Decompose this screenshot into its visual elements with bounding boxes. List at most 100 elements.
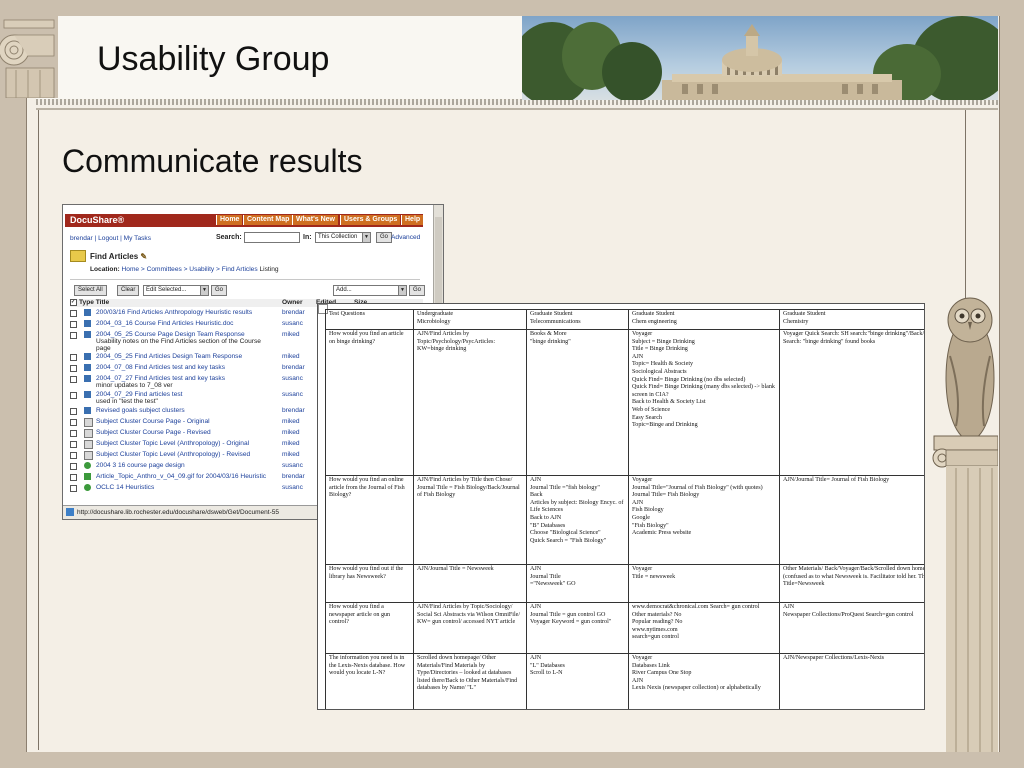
document-title-link[interactable]: 2004_03_16 Course Find Articles Heuristi… [96, 320, 233, 327]
document-title-link[interactable]: Revised goals subject clusters [96, 407, 185, 414]
document-owner-link[interactable]: susanc [282, 484, 303, 491]
edit-selected-select[interactable]: Edit Selected... ▼ [143, 285, 209, 296]
location-path[interactable]: Home > Committees > Usability > Find Art… [122, 266, 258, 273]
advanced-search-link[interactable]: Advanced [391, 234, 420, 241]
row-checkbox[interactable] [70, 474, 77, 481]
document-title-link[interactable]: 2004_05_25 Course Page Design Team Respo… [96, 331, 245, 338]
table-cell: Scrolled down homepage/ Other Materials/… [413, 653, 527, 709]
row-checkbox[interactable] [70, 332, 77, 339]
nav-help[interactable]: Help [401, 215, 424, 225]
edit-icon[interactable]: ✎ [140, 252, 147, 261]
document-title-link[interactable]: 2004_07_29 Find articles test [96, 391, 183, 398]
page-icon [84, 429, 93, 438]
document-icon [84, 364, 91, 371]
page-icon [84, 440, 93, 449]
search-input[interactable] [244, 232, 300, 243]
column-type-title[interactable]: Type Title [79, 299, 109, 306]
row-checkbox[interactable] [70, 408, 77, 415]
table-header-row: Test Questions Undergraduate Microbiology… [325, 309, 924, 330]
table-cell: AJN/Journal Title= Journal of Fish Biolo… [779, 475, 924, 565]
left-vertical-rule [38, 110, 39, 750]
document-owner-link[interactable]: susanc [282, 375, 303, 382]
browser-page-icon [66, 508, 74, 517]
slide-title: Usability Group [97, 40, 330, 78]
row-checkbox[interactable] [70, 463, 77, 470]
chevron-down-icon: ▼ [200, 286, 208, 295]
table-cell: AJN Journal Title = gun control GO Voyag… [526, 602, 629, 654]
table-cell: www.democrat&chronical.com Search= gun c… [628, 602, 780, 654]
user-links[interactable]: brendar | Logout | My Tasks [70, 235, 151, 242]
document-owner-link[interactable]: miked [282, 429, 300, 436]
search-scope-select[interactable]: This Collection ▼ [315, 232, 371, 243]
owl-statue-icon [932, 297, 998, 752]
add-go-button[interactable]: Go [409, 285, 426, 296]
document-icon [84, 375, 91, 382]
row-checkbox[interactable] [70, 430, 77, 437]
row-checkbox[interactable] [70, 419, 77, 426]
edit-go-button[interactable]: Go [211, 285, 228, 296]
nav-whats-new[interactable]: What's New [292, 215, 339, 225]
row-checkbox[interactable] [70, 321, 77, 328]
document-owner-link[interactable]: susanc [282, 320, 303, 327]
document-owner-link[interactable]: brendar [282, 364, 305, 371]
document-title-link[interactable]: Subject Cluster Course Page - Original [96, 418, 210, 425]
document-owner-link[interactable]: miked [282, 418, 300, 425]
document-owner-link[interactable]: brendar [282, 309, 305, 316]
table-header-cell: Undergraduate Microbiology [413, 309, 527, 330]
document-title-link[interactable]: 2004_07_08 Find Articles test and key ta… [96, 364, 225, 371]
nav-home[interactable]: Home [216, 215, 243, 225]
add-select[interactable]: Add... ▼ [333, 285, 407, 296]
document-title-link[interactable]: Subject Cluster Course Page - Revised [96, 429, 211, 436]
row-checkbox[interactable] [70, 441, 77, 448]
document-owner-link[interactable]: susanc [282, 462, 303, 469]
table-row: How would you find a newspaper article o… [325, 602, 924, 654]
docushare-logo: DocuShare® [70, 215, 125, 225]
search-scope-label: In: [303, 234, 312, 241]
document-owner-link[interactable]: miked [282, 353, 300, 360]
table-cell: The information you need is in the Lexis… [325, 653, 414, 709]
clear-button[interactable]: Clear [117, 285, 140, 296]
table-cell: Voyager Title = newsweek [628, 564, 780, 603]
document-owner-link[interactable]: miked [282, 451, 300, 458]
row-checkbox[interactable] [70, 365, 77, 372]
header-rule [36, 108, 998, 110]
document-icon [84, 407, 91, 414]
document-title-link[interactable]: 2004_05_25 Find Articles Design Team Res… [96, 353, 242, 360]
document-title-link[interactable]: Article_Topic_Anthro_v_04_09.gif for 200… [96, 473, 266, 480]
search-label: Search: [216, 234, 242, 241]
document-owner-link[interactable]: susanc [282, 391, 303, 398]
document-owner-link[interactable]: brendar [282, 407, 305, 414]
row-checkbox[interactable] [70, 485, 77, 492]
search-go-button[interactable]: Go [376, 232, 393, 243]
select-all-checkbox[interactable]: ✓ [70, 299, 77, 306]
table-row: How would you find out if the library ha… [325, 564, 924, 603]
table-row: How would you find an article on binge d… [325, 329, 924, 476]
row-checkbox[interactable] [70, 376, 77, 383]
document-title-link[interactable]: 2004_07_27 Find Articles test and key ta… [96, 375, 225, 382]
slide-frame-left [0, 0, 26, 768]
edit-selected-value: Edit Selected... [146, 287, 187, 293]
document-owner-link[interactable]: miked [282, 331, 300, 338]
breadcrumb: Location: Home > Committees > Usability … [90, 266, 279, 273]
table-header-cell: Graduate Student Telecommunications [526, 309, 629, 330]
table-cell: How would you find a newspaper article o… [325, 602, 414, 654]
table-cell: AJN/Newspaper Collections/Lexis-Nexis [779, 653, 924, 709]
document-owner-link[interactable]: miked [282, 440, 300, 447]
document-title-link[interactable]: 200/03/16 Find Articles Anthropology Heu… [96, 309, 252, 316]
location-label: Location: [90, 266, 120, 273]
nav-users-groups[interactable]: Users & Groups [340, 215, 401, 225]
library-building-photo [522, 16, 998, 100]
select-all-button[interactable]: Select All [74, 285, 107, 296]
document-title-link[interactable]: OCLC 14 Heuristics [96, 484, 154, 491]
row-checkbox[interactable] [70, 392, 77, 399]
document-title-link[interactable]: 2004 3 16 course page design [96, 462, 185, 469]
document-title-link[interactable]: Subject Cluster Topic Level (Anthropolog… [96, 451, 250, 458]
table-header-cell: Test Questions [325, 309, 414, 330]
column-owner[interactable]: Owner [282, 299, 303, 306]
document-title-link[interactable]: Subject Cluster Topic Level (Anthropolog… [96, 440, 249, 447]
row-checkbox[interactable] [70, 452, 77, 459]
row-checkbox[interactable] [70, 354, 77, 361]
nav-content-map[interactable]: Content Map [243, 215, 293, 225]
row-checkbox[interactable] [70, 310, 77, 317]
document-owner-link[interactable]: brendar [282, 473, 305, 480]
